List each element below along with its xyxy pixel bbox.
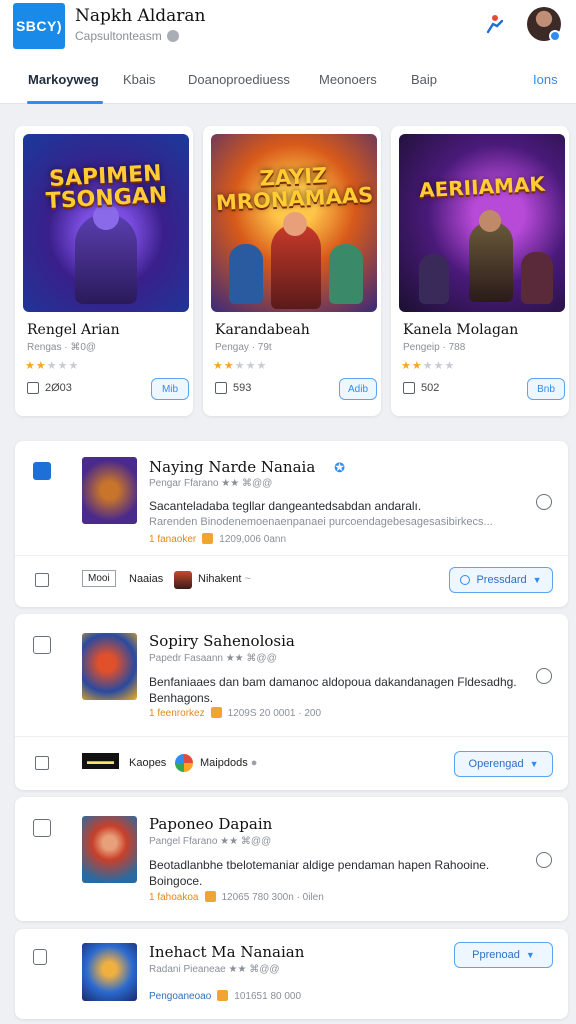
download-count-icon xyxy=(27,382,39,394)
item-description: Beotadlanbhe tbelotemaniar aldige pendam… xyxy=(149,858,490,888)
tab-ions[interactable]: Ions xyxy=(533,72,558,87)
divider xyxy=(15,555,568,556)
item-title: Inehact Ma Nanaian xyxy=(149,943,305,961)
edit-icon[interactable] xyxy=(33,819,51,837)
card-title: Rengel Arian xyxy=(27,322,120,338)
download-count-icon xyxy=(403,382,415,394)
item-description: Sacanteladaba tegllar dangeantedsabdan a… xyxy=(149,499,422,513)
tab-bar: Markoyweg Kbais Doanoproediuess Meonoers… xyxy=(0,60,576,104)
tab-kbais[interactable]: Kbais xyxy=(123,72,156,87)
item-title: Naying Narde Nanaia ✪ xyxy=(149,458,345,476)
download-button[interactable]: Pressdard ▼ xyxy=(449,567,553,593)
card-title: Karandabeah xyxy=(215,322,310,338)
item-description-secondary: Rarenden Binodenemoenaenpanaei purcoenda… xyxy=(149,516,493,528)
like-icon[interactable] xyxy=(35,756,49,770)
tab-downloads[interactable]: Doanoproediuess xyxy=(188,72,290,87)
get-button[interactable]: Bnb xyxy=(527,378,565,400)
store-icon xyxy=(175,754,193,772)
list-item[interactable]: Naying Narde Nanaia ✪ Pengar Ffarano ★★ … xyxy=(15,441,568,607)
featured-card[interactable]: SAPIMEN TSONGAN Rengel Arian Rengas · ⌘0… xyxy=(15,126,193,416)
download-count-icon xyxy=(215,382,227,394)
game-art-image: SAPIMEN TSONGAN xyxy=(23,134,189,312)
tag-chip[interactable]: Mooi xyxy=(82,570,116,587)
settings-icon[interactable] xyxy=(536,494,552,510)
item-meta: Radani Pieaneae ★★ ⌘@@ xyxy=(149,964,280,975)
item-title: Sopiry Sahenolosia xyxy=(149,632,295,650)
brand-badge: ▬▬▬ xyxy=(82,753,119,769)
like-icon[interactable] xyxy=(35,573,49,587)
list-item[interactable]: Sopiry Sahenolosia Papedr Fasaann ★★ ⌘@@… xyxy=(15,614,568,790)
online-badge xyxy=(549,30,561,42)
download-count: 502 xyxy=(421,382,440,394)
game-art-title: AERIIAMAK xyxy=(418,171,546,203)
item-price: 1 fahoakoa 12065 780 300n · 0ilen xyxy=(149,891,324,903)
card-meta: Rengas · ⌘0@ xyxy=(27,342,97,353)
item-meta: Pengar Ffarano ★★ ⌘@@ xyxy=(149,478,273,489)
tab-marketplace[interactable]: Markoyweg xyxy=(28,72,99,87)
download-count: 2Ø03 xyxy=(45,382,72,394)
tab-members[interactable]: Meonoers xyxy=(319,72,377,87)
game-art-image: AERIIAMAK xyxy=(399,134,565,312)
user-activity-icon[interactable] xyxy=(484,12,506,36)
info-icon[interactable] xyxy=(166,30,179,42)
featured-card[interactable]: ZAYIZ MRONAMAAS Karandabeah Pengay · 79t… xyxy=(203,126,381,416)
item-description: Benfaniaaes dan bam damanoc aldopoua dak… xyxy=(149,675,517,705)
active-tab-indicator xyxy=(27,101,103,104)
game-art-image: ZAYIZ MRONAMAAS xyxy=(211,134,377,312)
list-item[interactable]: Inehact Ma Nanaian Radani Pieaneae ★★ ⌘@… xyxy=(15,929,568,1019)
app-header: SBCY) Napkh Aldaran Capsultonteasm Marko… xyxy=(0,0,576,104)
publisher-name: Nihakent ~ xyxy=(198,573,251,585)
app-title: Napkh Aldaran xyxy=(75,6,206,26)
edit-icon[interactable] xyxy=(33,636,51,654)
card-meta: Pengeip · 788 xyxy=(403,342,466,353)
list-item[interactable]: Paponeo Dapain Pangel Ffarano ★★ ⌘@@ Beo… xyxy=(15,797,568,921)
featured-card[interactable]: AERIIAMAK Kanela Molagan Pengeip · 788 ★… xyxy=(391,126,569,416)
item-title: Paponeo Dapain xyxy=(149,815,273,833)
item-meta: Papedr Fasaann ★★ ⌘@@ xyxy=(149,653,277,664)
game-art-title: SAPIMEN TSONGAN xyxy=(45,161,168,215)
get-button[interactable]: Mib xyxy=(151,378,189,400)
verified-icon: ✪ xyxy=(334,461,345,476)
rating-stars: ★★★★★ xyxy=(25,360,80,372)
game-thumbnail xyxy=(82,633,137,700)
app-logo: SBCY) xyxy=(13,3,65,49)
store-name: Maipdods ● xyxy=(200,757,258,769)
game-thumbnail xyxy=(82,457,137,524)
game-art-title: ZAYIZ MRONAMAAS xyxy=(215,163,374,216)
download-count: 593 xyxy=(233,382,252,394)
bookmark-icon[interactable] xyxy=(33,949,47,965)
tab-baip[interactable]: Baip xyxy=(411,72,437,87)
game-thumbnail xyxy=(82,816,137,883)
settings-icon[interactable] xyxy=(536,852,552,868)
item-price: 1 fanaoker 1209,006 0ann xyxy=(149,533,286,545)
publisher-icon xyxy=(174,571,192,589)
item-meta: Pangel Ffarano ★★ ⌘@@ xyxy=(149,836,272,847)
item-price: Pengoaneoao 101651 80 000 xyxy=(149,990,302,1002)
settings-icon[interactable] xyxy=(536,668,552,684)
card-title: Kanela Molagan xyxy=(403,322,519,338)
tag-label: Naaias xyxy=(129,573,164,585)
get-button[interactable]: Adib xyxy=(339,378,377,400)
card-meta: Pengay · 79t xyxy=(215,342,272,353)
game-thumbnail xyxy=(82,943,137,1001)
download-button[interactable]: Operengad ▼ xyxy=(454,751,553,777)
rating-stars: ★★★★★ xyxy=(213,360,268,372)
tag-label: Kaopes xyxy=(129,757,167,769)
rating-stars: ★★★★★ xyxy=(401,360,456,372)
selected-checkbox-icon[interactable] xyxy=(33,462,51,480)
divider xyxy=(15,736,568,737)
item-price: 1 feenrorkez 1209S 20 0001 · 200 xyxy=(149,707,322,719)
download-button[interactable]: Pprenoad ▼ xyxy=(454,942,553,968)
app-subtitle: Capsultonteasm xyxy=(75,29,179,43)
